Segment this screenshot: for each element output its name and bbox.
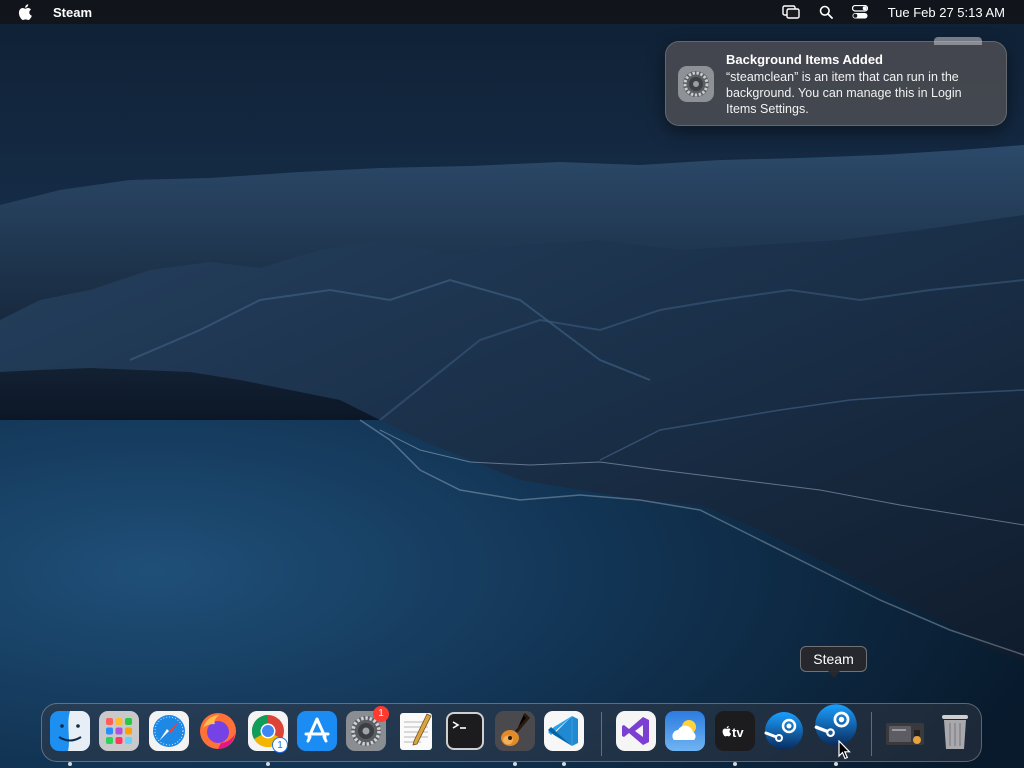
dock-item-vscode[interactable] bbox=[543, 710, 585, 766]
safari-icon bbox=[149, 711, 189, 751]
dock-item-textedit[interactable] bbox=[395, 710, 437, 752]
dock-item-visual-studio[interactable] bbox=[615, 710, 657, 752]
apple-tv-icon: tv bbox=[715, 711, 755, 751]
dock-item-trash[interactable] bbox=[934, 710, 976, 752]
running-indicator bbox=[562, 762, 566, 766]
system-settings-gear-icon bbox=[678, 66, 714, 102]
active-app-name[interactable]: Steam bbox=[53, 5, 92, 20]
firefox-icon bbox=[200, 713, 236, 749]
stacked-notification-edge bbox=[934, 37, 982, 45]
steam-icon bbox=[764, 712, 803, 750]
menu-bar-clock[interactable]: Tue Feb 27 5:13 AM bbox=[888, 5, 1005, 20]
dock-item-apple-tv[interactable]: tv bbox=[714, 710, 756, 766]
dock-separator bbox=[871, 712, 872, 756]
app-store-icon bbox=[297, 711, 337, 751]
mouse-cursor-icon bbox=[838, 740, 851, 760]
system-settings-badge: 1 bbox=[373, 706, 389, 722]
running-indicator bbox=[513, 762, 517, 766]
terminal-icon bbox=[446, 712, 484, 750]
dock-item-system-settings[interactable]: 1 bbox=[345, 706, 389, 752]
vscode-icon bbox=[544, 711, 584, 751]
notification-title: Background Items Added bbox=[726, 52, 883, 67]
control-center-icon[interactable] bbox=[851, 5, 868, 19]
finder-icon bbox=[50, 711, 90, 751]
notification-body: “steamclean” is an item that can run in … bbox=[726, 70, 962, 116]
menu-bar: Steam Tue Feb 27 5:13 AM bbox=[0, 0, 1024, 24]
running-indicator bbox=[68, 762, 72, 766]
chrome-download-badge: 1 bbox=[272, 737, 288, 753]
dock-item-chrome[interactable]: 1 bbox=[247, 710, 289, 766]
running-indicator bbox=[266, 762, 270, 766]
screen-mirroring-icon[interactable] bbox=[781, 5, 800, 19]
launchpad-icon bbox=[99, 711, 139, 751]
dock-item-downloads[interactable] bbox=[884, 710, 926, 752]
visual-studio-icon bbox=[616, 711, 656, 751]
dock-item-launchpad[interactable] bbox=[98, 710, 140, 752]
downloads-stack-icon bbox=[886, 723, 924, 745]
dock-item-safari[interactable] bbox=[148, 710, 190, 752]
textedit-icon bbox=[400, 713, 432, 750]
dock-separator bbox=[601, 712, 602, 756]
steam-icon bbox=[814, 704, 857, 746]
weather-icon bbox=[665, 711, 705, 751]
trash-icon bbox=[942, 715, 968, 749]
garageband-icon bbox=[495, 711, 535, 751]
dock-item-firefox[interactable] bbox=[197, 710, 239, 752]
spotlight-search-icon[interactable] bbox=[819, 5, 833, 19]
apple-icon[interactable] bbox=[18, 4, 32, 20]
dock-item-finder[interactable] bbox=[49, 710, 91, 766]
dock-item-steam[interactable] bbox=[763, 710, 805, 752]
apple-tv-icon-label: tv bbox=[732, 725, 744, 740]
running-indicator bbox=[834, 762, 838, 766]
dock-item-weather[interactable] bbox=[664, 710, 706, 752]
dock-item-terminal[interactable] bbox=[444, 710, 486, 752]
dock-item-app-store[interactable] bbox=[296, 710, 338, 752]
dock-tooltip: Steam bbox=[800, 646, 867, 678]
dock-item-steam-hovered[interactable] bbox=[813, 702, 859, 766]
background-items-notification[interactable]: Background Items Added “steamclean” is a… bbox=[665, 37, 1007, 126]
dock-item-garageband[interactable] bbox=[494, 710, 536, 766]
running-indicator bbox=[733, 762, 737, 766]
